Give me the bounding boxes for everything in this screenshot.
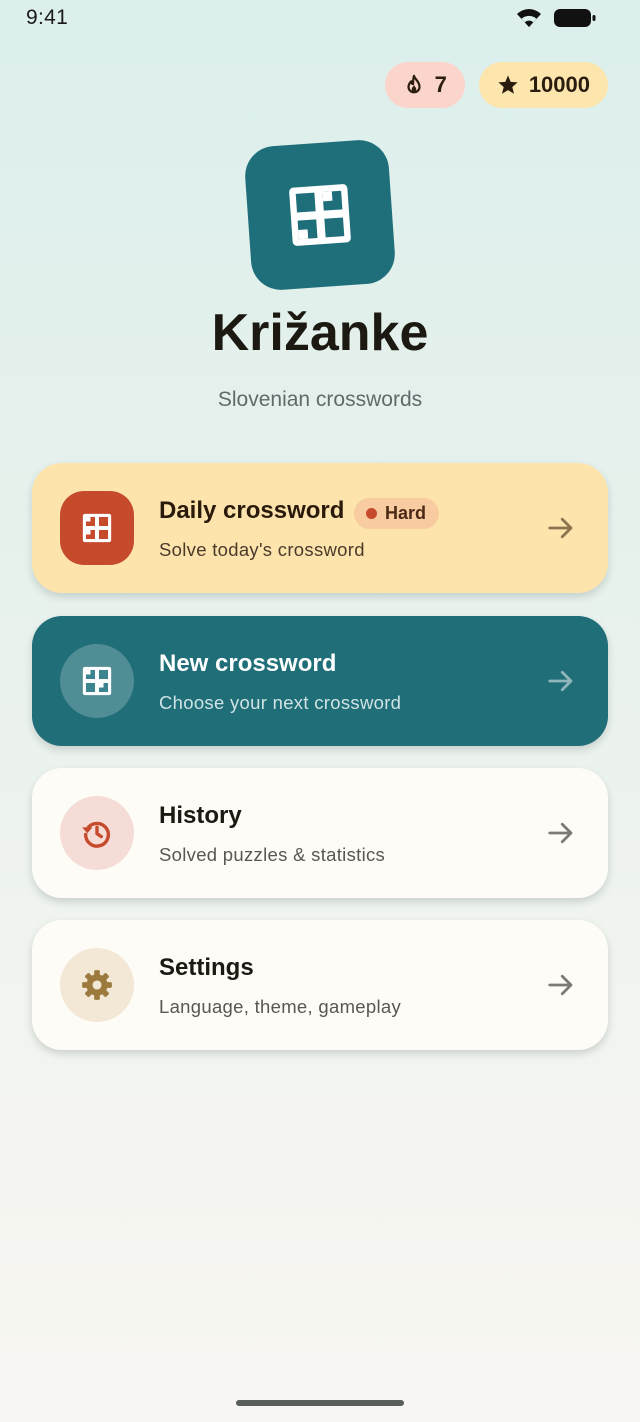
settings-icon-box	[60, 948, 134, 1022]
history-subtitle: Solved puzzles & statistics	[159, 844, 386, 865]
new-crossword-icon-box	[60, 644, 134, 718]
star-icon	[498, 75, 518, 94]
streak-chip[interactable]: 7	[384, 62, 465, 108]
wifi-icon	[517, 9, 541, 27]
arrow-right-icon	[548, 670, 573, 692]
settings-subtitle: Language, theme, gameplay	[159, 996, 402, 1017]
crossword-grid-icon	[82, 513, 112, 543]
stars-chip[interactable]: 10000	[478, 62, 608, 108]
app-subtitle: Slovenian crosswords	[217, 388, 423, 411]
gear-icon	[82, 970, 112, 1000]
status-time: 9:41	[26, 6, 69, 29]
new-crossword-card[interactable]: New crossword Choose your next crossword	[32, 616, 608, 746]
settings-title: Settings	[159, 954, 254, 981]
streak-count: 7	[434, 72, 447, 97]
crossword-grid-icon	[82, 666, 112, 696]
battery-icon	[554, 9, 596, 27]
difficulty-dot	[366, 508, 377, 519]
app-title: Križanke	[211, 304, 429, 362]
arrow-right-icon	[548, 974, 573, 996]
history-icon	[82, 821, 111, 848]
stars-count: 10000	[528, 72, 590, 97]
home-indicator[interactable]	[236, 1400, 404, 1406]
arrow-right-icon	[548, 517, 573, 539]
stats-chips: 7 10000	[384, 62, 608, 108]
daily-crossword-title: Daily crossword	[159, 497, 345, 524]
daily-crossword-subtitle: Solve today's crossword	[159, 539, 365, 560]
history-title: History	[159, 802, 242, 829]
new-crossword-subtitle: Choose your next crossword	[159, 692, 402, 713]
arrow-right-icon	[548, 822, 573, 844]
status-icons	[516, 8, 596, 28]
new-crossword-title: New crossword	[159, 650, 337, 677]
history-icon-box	[60, 796, 134, 870]
status-bar: 9:41	[0, 0, 640, 36]
difficulty-label: Hard	[385, 503, 427, 523]
settings-card[interactable]: Settings Language, theme, gameplay	[32, 920, 608, 1050]
history-card[interactable]: History Solved puzzles & statistics	[32, 768, 608, 898]
difficulty-badge: Hard	[354, 498, 440, 529]
daily-crossword-card[interactable]: Daily crossword Hard Solve today's cross…	[32, 463, 608, 593]
crossword-grid-icon	[289, 184, 351, 246]
daily-crossword-icon-box	[60, 491, 134, 565]
flame-icon	[406, 74, 421, 94]
app-logo	[243, 138, 397, 292]
